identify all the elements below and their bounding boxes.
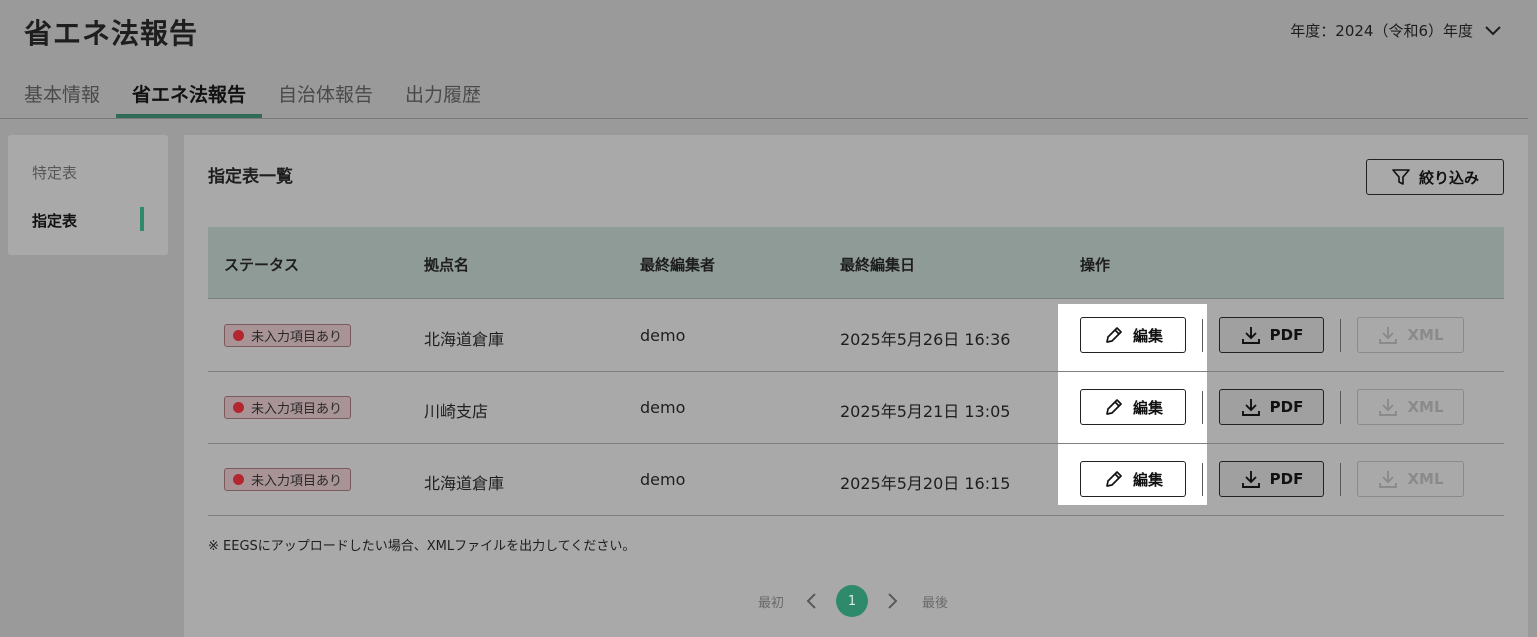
pdf-download-button[interactable]: PDF xyxy=(1219,389,1324,425)
status-text: 未入力項目あり xyxy=(251,330,343,345)
tab-municipal-report[interactable]: 自治体報告 xyxy=(262,72,389,118)
status-dot-icon xyxy=(233,402,244,413)
pdf-label: PDF xyxy=(1269,326,1304,344)
status-text: 未入力項目あり xyxy=(251,474,343,489)
pdf-label: PDF xyxy=(1269,470,1304,488)
xml-label: XML xyxy=(1407,470,1444,488)
xml-upload-note: ※ EEGSにアップロードしたい場合、XMLファイルを出力してください。 xyxy=(208,539,636,554)
download-icon xyxy=(1379,471,1398,488)
page-header: 省エネ法報告 年度：2024（令和6）年度 xyxy=(0,0,1537,70)
sidebar-item-specific-table[interactable]: 特定表 xyxy=(32,162,77,183)
editor-name: demo xyxy=(640,326,686,345)
year-label: 年度：2024（令和6）年度 xyxy=(1290,22,1473,40)
site-name: 北海道倉庫 xyxy=(424,330,505,349)
download-icon xyxy=(1241,327,1260,344)
download-icon xyxy=(1241,471,1260,488)
chevron-right-icon[interactable] xyxy=(880,589,904,613)
edit-label: 編集 xyxy=(1132,398,1163,417)
pencil-icon xyxy=(1106,327,1122,343)
download-icon xyxy=(1241,399,1260,416)
pagination-last[interactable]: 最後 xyxy=(922,592,948,611)
chevron-down-icon xyxy=(1485,25,1501,35)
chevron-left-icon[interactable] xyxy=(800,589,824,613)
pagination-page-current[interactable]: 1 xyxy=(836,585,869,617)
xml-label: XML xyxy=(1407,326,1444,344)
tab-output-history[interactable]: 出力履歴 xyxy=(389,72,497,118)
tab-bar: 基本情報 省エネ法報告 自治体報告 出力履歴 xyxy=(8,72,497,118)
column-header-date: 最終編集日 xyxy=(840,256,916,274)
pencil-icon xyxy=(1106,399,1122,415)
edit-label: 編集 xyxy=(1132,470,1163,489)
pagination: 最初 1 最後 xyxy=(758,585,948,617)
table-row: 未入力項目あり 北海道倉庫 demo 2025年5月26日 16:36 編集 P… xyxy=(208,300,1504,372)
edit-button[interactable]: 編集 xyxy=(1080,389,1186,425)
main-panel: 指定表一覧 絞り込み ステータス 拠点名 最終編集者 最終編集日 操作 未入力項… xyxy=(184,135,1528,637)
tab-basic-info[interactable]: 基本情報 xyxy=(8,72,116,118)
edit-button[interactable]: 編集 xyxy=(1080,461,1186,497)
filter-icon xyxy=(1392,169,1410,185)
download-icon xyxy=(1379,399,1398,416)
site-name: 川崎支店 xyxy=(424,402,489,421)
table-header: ステータス 拠点名 最終編集者 最終編集日 操作 xyxy=(208,227,1504,299)
column-header-actions: 操作 xyxy=(1080,256,1111,274)
status-dot-icon xyxy=(233,330,244,341)
pagination-first[interactable]: 最初 xyxy=(758,592,784,611)
edit-label: 編集 xyxy=(1132,326,1163,345)
action-divider xyxy=(1202,463,1203,496)
download-icon xyxy=(1379,327,1398,344)
status-text: 未入力項目あり xyxy=(251,402,343,417)
column-header-site: 拠点名 xyxy=(424,256,470,274)
xml-download-button[interactable]: XML xyxy=(1357,461,1464,497)
xml-label: XML xyxy=(1407,398,1444,416)
filter-label: 絞り込み xyxy=(1418,168,1479,187)
filter-button[interactable]: 絞り込み xyxy=(1366,159,1504,195)
action-divider xyxy=(1202,391,1203,424)
action-divider xyxy=(1340,319,1341,352)
action-divider xyxy=(1340,463,1341,496)
pencil-icon xyxy=(1106,471,1122,487)
pdf-label: PDF xyxy=(1269,398,1304,416)
editor-name: demo xyxy=(640,398,686,417)
tab-energy-report[interactable]: 省エネ法報告 xyxy=(116,72,263,118)
sidebar-item-designated-table[interactable]: 指定表 xyxy=(32,210,77,231)
action-divider xyxy=(1340,391,1341,424)
year-select[interactable]: 年度：2024（令和6）年度 xyxy=(1290,20,1503,41)
status-dot-icon xyxy=(233,474,244,485)
status-badge: 未入力項目あり xyxy=(224,396,352,419)
tabs-divider xyxy=(0,118,1528,119)
edit-date: 2025年5月20日 16:15 xyxy=(840,474,1011,493)
table-row: 未入力項目あり 北海道倉庫 demo 2025年5月20日 16:15 編集 P… xyxy=(208,444,1504,516)
column-header-editor: 最終編集者 xyxy=(640,256,716,274)
edit-date: 2025年5月21日 13:05 xyxy=(840,402,1011,421)
pdf-download-button[interactable]: PDF xyxy=(1219,317,1324,353)
edit-button[interactable]: 編集 xyxy=(1080,317,1186,353)
site-name: 北海道倉庫 xyxy=(424,474,505,493)
pdf-download-button[interactable]: PDF xyxy=(1219,461,1324,497)
action-divider xyxy=(1202,319,1203,352)
xml-download-button[interactable]: XML xyxy=(1357,389,1464,425)
xml-download-button[interactable]: XML xyxy=(1357,317,1464,353)
table-row: 未入力項目あり 川崎支店 demo 2025年5月21日 13:05 編集 PD… xyxy=(208,372,1504,444)
sidebar-active-indicator xyxy=(140,207,144,231)
edit-date: 2025年5月26日 16:36 xyxy=(840,330,1011,349)
editor-name: demo xyxy=(640,470,686,489)
status-badge: 未入力項目あり xyxy=(224,468,352,491)
section-title: 指定表一覧 xyxy=(208,167,293,187)
column-header-status: ステータス xyxy=(224,256,300,274)
status-badge: 未入力項目あり xyxy=(224,324,352,347)
sidebar: 特定表 指定表 xyxy=(8,135,168,255)
page-title: 省エネ法報告 xyxy=(24,17,199,50)
